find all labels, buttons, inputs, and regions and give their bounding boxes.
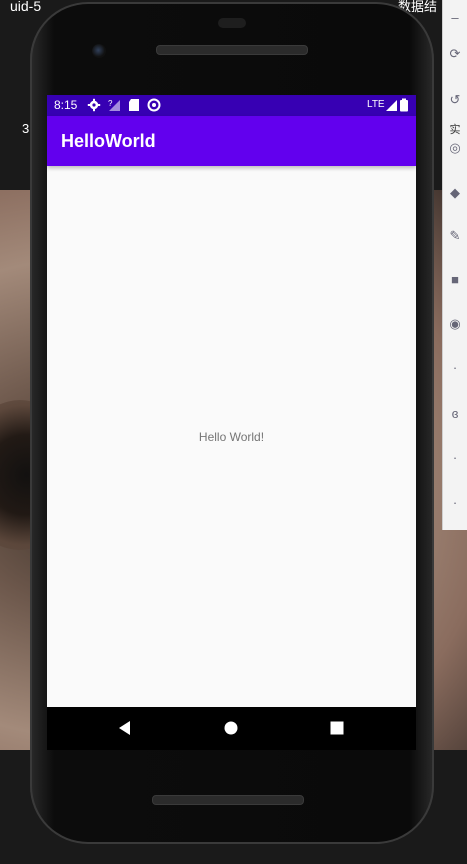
tool-icon[interactable]: ◉ [447,316,463,332]
status-time: 8:15 [54,98,78,112]
hello-world-text: Hello World! [198,430,265,444]
home-circle-icon[interactable] [221,718,241,738]
no-signal-icon: ? [108,99,120,111]
side-label: 实 [449,124,461,136]
desktop-side-label: 3 [22,121,30,136]
back-triangle-icon[interactable] [115,718,135,738]
svg-text:?: ? [108,99,113,108]
app-toolbar: HelloWorld [47,116,416,166]
tool-icon[interactable]: ◎ [447,140,463,156]
tool-icon[interactable]: ✎ [447,228,463,244]
tool-icon[interactable]: · [447,495,463,511]
battery-icon [400,98,408,112]
recents-square-icon[interactable] [327,718,347,738]
bottom-speaker [152,795,304,805]
desktop-tab-label: uid-5 [10,0,42,14]
desktop: uid-5 数据结 3 – ⟳ ↺ 实 ◎ ◆ ✎ ■ ◉ · ɞ · · 8:… [0,0,467,864]
tool-icon[interactable]: ⟳ [447,46,463,62]
signal-strength-icon [386,100,397,111]
system-navigation-bar [47,707,416,750]
network-type: LTE [367,99,385,110]
tool-icon[interactable]: ɞ [447,406,463,422]
data-saver-icon [147,98,161,112]
top-speaker [156,45,308,55]
tool-icon[interactable]: ◆ [447,185,463,201]
device-screen[interactable]: 8:15 ? LTE HelloWorld Hello World! [47,95,416,750]
device-sensor [218,18,246,28]
ide-side-panel[interactable]: – ⟳ ↺ 实 ◎ ◆ ✎ ■ ◉ · ɞ · · [442,0,467,530]
tool-icon[interactable]: ■ [447,272,463,288]
tool-icon[interactable]: · [447,450,463,466]
front-camera-icon [92,44,106,58]
minimize-icon[interactable]: – [447,10,463,26]
tool-icon[interactable]: · [447,360,463,376]
app-title: HelloWorld [61,131,156,151]
sd-card-icon [129,99,139,111]
settings-gear-icon [87,98,101,112]
tool-icon[interactable]: ↺ [447,92,463,108]
status-bar: 8:15 ? LTE [47,95,416,116]
